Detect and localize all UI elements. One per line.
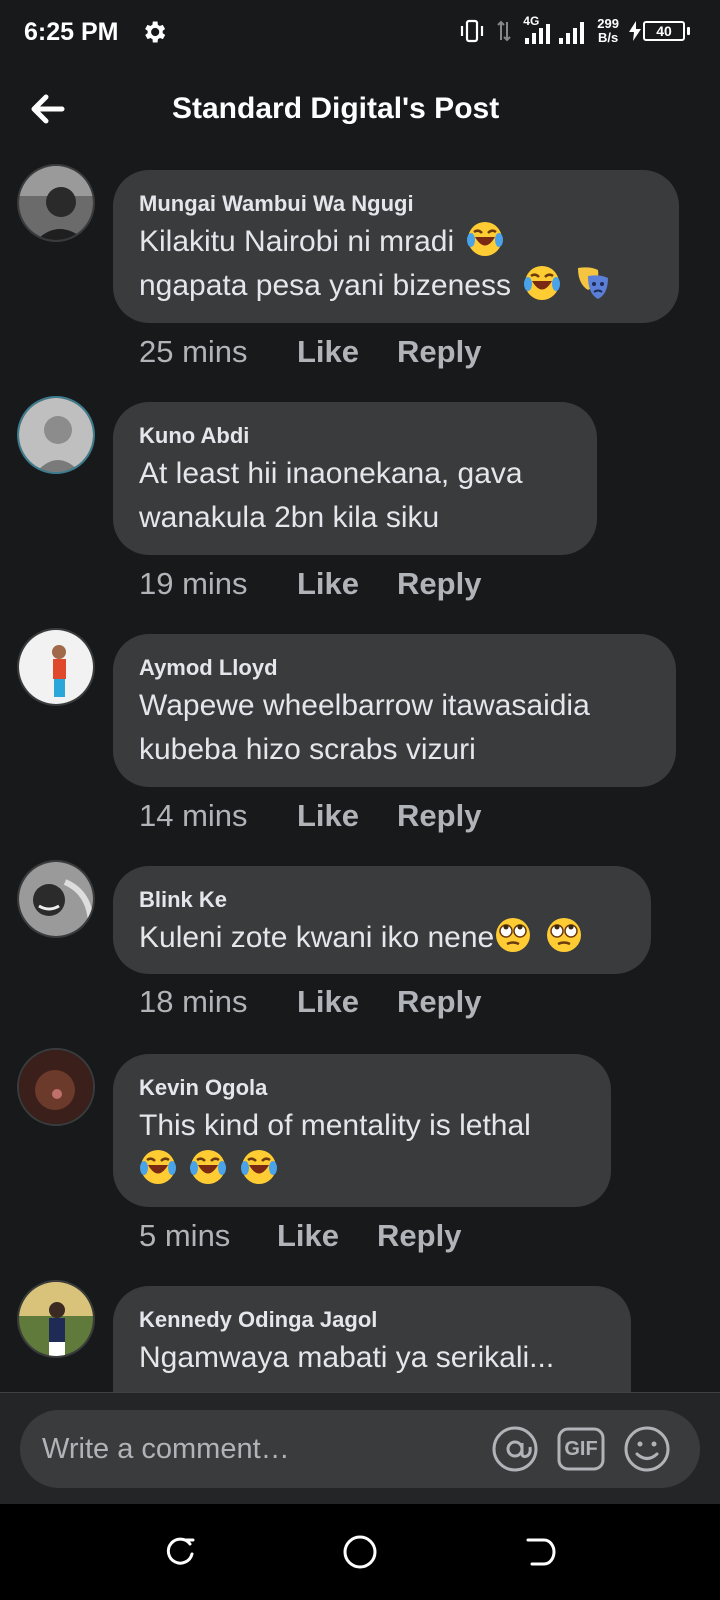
comment-bubble[interactable]: Blink Ke Kuleni zote kwani iko nene — [113, 866, 651, 974]
comment-bubble[interactable]: Kevin Ogola This kind of mentality is le… — [113, 1054, 611, 1207]
comment-text-line: ngapata pesa yani bizeness — [139, 269, 511, 302]
vibrate-icon — [461, 19, 484, 43]
comment-actions: 25 mins Like Reply — [139, 334, 481, 370]
home-icon[interactable] — [340, 1532, 380, 1572]
signal-bars-icon — [525, 22, 585, 44]
comment-timestamp: 18 mins — [139, 984, 248, 1019]
comment-author[interactable]: Kuno Abdi — [139, 422, 571, 450]
gear-icon — [145, 21, 166, 43]
avatar[interactable] — [17, 396, 95, 474]
reply-button[interactable]: Reply — [397, 334, 481, 370]
tears-of-joy-emoji-icon — [140, 1150, 176, 1184]
avatar[interactable] — [17, 1048, 95, 1126]
performing-arts-emoji-icon — [577, 267, 608, 299]
comment-text: Ngamwaya mabati ya serikali... — [139, 1336, 605, 1380]
reply-button[interactable]: Reply — [397, 798, 481, 834]
tears-of-joy-emoji-icon — [524, 266, 561, 300]
comment-author[interactable]: Kevin Ogola — [139, 1074, 585, 1102]
comment-text-line: Kuleni zote kwani iko nene — [139, 921, 495, 954]
back-nav-icon[interactable] — [520, 1532, 560, 1572]
comment-text-line: kubeba hizo scrabs vizuri — [139, 733, 476, 766]
comment-author[interactable]: Kennedy Odinga Jagol — [139, 1306, 605, 1334]
comment-bubble[interactable]: Mungai Wambui Wa Ngugi Kilakitu Nairobi … — [113, 170, 679, 323]
page-header: Standard Digital's Post — [0, 66, 720, 156]
comment-text-line: Ngamwaya mabati ya serikali... — [139, 1341, 555, 1374]
comment-text-line: This kind of mentality is lethal — [139, 1109, 531, 1142]
battery-indicator: 40 — [629, 21, 690, 41]
tears-of-joy-emoji-icon — [190, 1150, 227, 1184]
signal-indicator: 4G — [523, 14, 587, 46]
status-time: 6:25 PM — [24, 18, 119, 46]
arrow-left-icon[interactable] — [26, 88, 68, 130]
comment-composer-bar: GIF — [0, 1392, 720, 1504]
comment-text: This kind of mentality is lethal — [139, 1104, 585, 1192]
comment-timestamp: 25 mins — [139, 334, 248, 369]
reply-button[interactable]: Reply — [397, 566, 481, 602]
comment-text: Kuleni zote kwani iko nene — [139, 916, 625, 960]
tears-of-joy-emoji-icon — [240, 1150, 277, 1184]
comment-author[interactable]: Blink Ke — [139, 886, 625, 914]
status-indicators: 4G 299 B/s 40 — [459, 14, 690, 48]
comment-bubble[interactable]: Aymod Lloyd Wapewe wheelbarrow itawasaid… — [113, 634, 676, 787]
comment-timestamp: 14 mins — [139, 798, 248, 833]
page-title: Standard Digital's Post — [172, 92, 500, 125]
comment-text: Wapewe wheelbarrow itawasaidia kubeba hi… — [139, 684, 650, 772]
reply-button[interactable]: Reply — [397, 984, 481, 1020]
recent-apps-icon[interactable] — [160, 1532, 200, 1572]
like-button[interactable]: Like — [297, 566, 359, 602]
system-navigation-bar — [0, 1504, 720, 1600]
comment-text-line: At least hii inaonekana, gava — [139, 457, 523, 490]
comment-timestamp: 19 mins — [139, 566, 248, 601]
charging-bolt-icon — [629, 21, 641, 41]
status-bar: 6:25 PM 4G 299 B/s 40 — [0, 0, 720, 66]
avatar[interactable] — [17, 628, 95, 706]
comment-actions: 14 mins Like Reply — [139, 798, 481, 834]
mention-icon[interactable] — [490, 1424, 540, 1474]
emoji-picker-icon[interactable] — [622, 1424, 672, 1474]
comment-text-line: Wapewe wheelbarrow itawasaidia — [139, 689, 590, 722]
comment-actions: 18 mins Like Reply — [139, 984, 481, 1020]
comment-bubble[interactable]: Kuno Abdi At least hii inaonekana, gava … — [113, 402, 597, 555]
battery-level: 40 — [643, 21, 685, 41]
network-speed-value: 299 — [597, 16, 619, 31]
network-speed: 299 B/s — [597, 17, 619, 45]
gif-label: GIF — [564, 1438, 598, 1460]
avatar[interactable] — [17, 860, 95, 938]
battery-tip — [687, 27, 690, 35]
avatar[interactable] — [17, 1280, 95, 1358]
eye-roll-emoji-icon — [496, 918, 531, 952]
comment-text: Kilakitu Nairobi ni mradi ngapata pesa y… — [139, 220, 653, 308]
network-speed-unit: B/s — [598, 30, 619, 45]
eye-roll-emoji-icon — [546, 918, 581, 952]
gif-button[interactable]: GIF — [556, 1424, 606, 1474]
like-button[interactable]: Like — [297, 334, 359, 370]
comment-bubble[interactable]: Kennedy Odinga Jagol Ngamwaya mabati ya … — [113, 1286, 631, 1392]
comment-author[interactable]: Aymod Lloyd — [139, 654, 650, 682]
avatar[interactable] — [17, 164, 95, 242]
reply-button[interactable]: Reply — [377, 1218, 461, 1254]
comments-list[interactable]: Mungai Wambui Wa Ngugi Kilakitu Nairobi … — [0, 156, 720, 1392]
comment-actions: 19 mins Like Reply — [139, 566, 481, 602]
comment-input[interactable] — [42, 1410, 482, 1488]
data-transfer-icon — [497, 20, 512, 42]
comment-timestamp: 5 mins — [139, 1218, 231, 1253]
comment-author[interactable]: Mungai Wambui Wa Ngugi — [139, 190, 653, 218]
like-button[interactable]: Like — [297, 984, 359, 1020]
like-button[interactable]: Like — [297, 798, 359, 834]
comment-text-line: Kilakitu Nairobi ni mradi — [139, 225, 455, 258]
comment-actions: 5 mins Like Reply — [139, 1218, 461, 1254]
comment-composer[interactable]: GIF — [20, 1410, 700, 1488]
like-button[interactable]: Like — [277, 1218, 339, 1254]
tears-of-joy-emoji-icon — [467, 222, 504, 256]
comment-text-line: wanakula 2bn kila siku — [139, 501, 440, 534]
comment-text: At least hii inaonekana, gava wanakula 2… — [139, 452, 571, 540]
